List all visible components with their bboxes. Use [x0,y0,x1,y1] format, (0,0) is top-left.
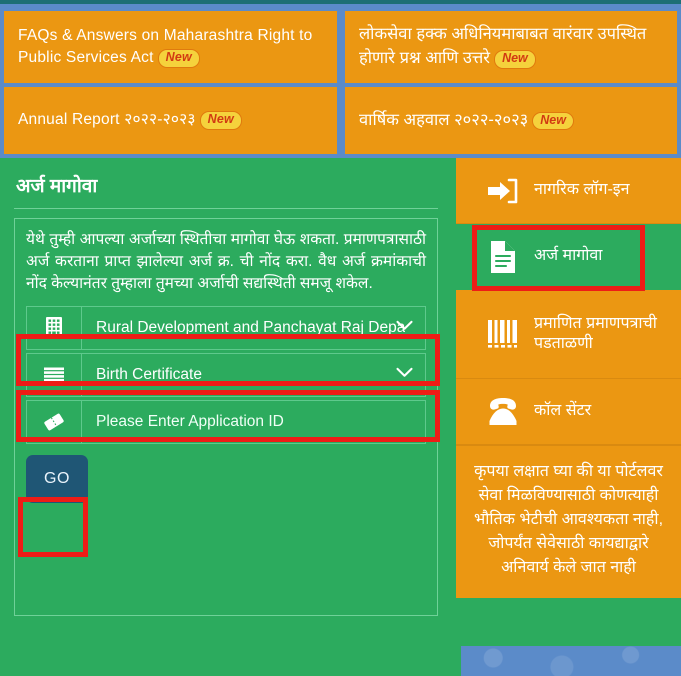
announcement-tile[interactable]: Annual Report २०२२-२०२३ New [4,87,337,154]
track-form-box: येथे तुम्ही आपल्या अर्जाच्या स्थितीचा मा… [14,218,438,616]
sidebar-item-label: नागरिक लॉग-इन [534,181,630,199]
announcement-tile[interactable]: FAQs & Answers on Maharashtra Right to P… [4,11,337,83]
footer-background [452,646,681,676]
application-id-field-row: Please Enter Application ID [26,400,426,444]
telephone-icon [472,397,534,427]
top-background-strip [0,4,681,11]
new-badge: New [157,49,200,68]
go-button[interactable]: GO [26,455,88,503]
new-badge: New [494,50,536,69]
sidebar-item-label: प्रमाणित प्रमाणपत्राची पडताळणी [534,314,657,352]
service-field-row: Birth Certificate [26,353,426,397]
announcement-tile[interactable]: लोकसेवा हक्क अधिनियमाबाबत वारंवार उपस्थि… [345,11,677,83]
department-value: Rural Development and Panchayat Raj Depa [96,319,406,336]
sidebar-item-label: अर्ज मागोवा [534,247,603,265]
footer-green-edge [452,646,461,676]
sign-in-icon [472,176,534,206]
new-badge: New [199,111,242,131]
list-icon [26,353,81,397]
document-icon [472,239,534,275]
announcement-text: वार्षिक अहवाल २०२२-२०२३ [359,110,529,129]
sidebar-item-call-center[interactable]: कॉल सेंटर [456,379,681,445]
sidebar-item-citizen-login[interactable]: नागरिक लॉग-इन [456,158,681,224]
service-select[interactable]: Birth Certificate [81,353,426,397]
ticket-icon [26,400,81,444]
portal-notice: कृपया लक्षात घ्या की या पोर्टलवर सेवा मि… [456,445,681,598]
panel-description: येथे तुम्ही आपल्या अर्जाच्या स्थितीचा मा… [26,231,426,292]
title-divider [14,208,438,209]
announcement-tile[interactable]: वार्षिक अहवाल २०२२-२०२३ New [345,87,677,154]
application-id-placeholder: Please Enter Application ID [96,413,284,430]
announcement-tiles: FAQs & Answers on Maharashtra Right to P… [0,11,681,158]
service-value: Birth Certificate [96,366,202,383]
department-select[interactable]: Rural Development and Panchayat Raj Depa [81,306,426,350]
chevron-down-icon [396,365,413,383]
sidebar-item-track-application[interactable]: अर्ज मागोवा [456,224,681,290]
announcement-text: Annual Report २०२२-२०२३ [18,111,196,129]
new-badge: New [532,111,574,131]
side-menu: नागरिक लॉग-इन अर्ज मागोवा प्रमाणित प्रमा… [452,158,681,676]
chevron-down-icon [396,318,413,336]
side-menu-inner: नागरिक लॉग-इन अर्ज मागोवा प्रमाणित प्रमा… [456,158,681,598]
barcode-icon [472,317,534,351]
track-application-panel: अर्ज मागोवा येथे तुम्ही आपल्या अर्जाच्या… [0,158,452,676]
application-id-input[interactable]: Please Enter Application ID [81,400,426,444]
main-content: अर्ज मागोवा येथे तुम्ही आपल्या अर्जाच्या… [0,158,681,676]
sidebar-item-label: कॉल सेंटर [534,402,592,420]
department-field-row: Rural Development and Panchayat Raj Depa [26,306,426,350]
sidebar-item-verify-certificate[interactable]: प्रमाणित प्रमाणपत्राची पडताळणी [456,290,681,379]
building-icon [26,306,81,350]
panel-title: अर्ज मागोवा [16,176,98,197]
